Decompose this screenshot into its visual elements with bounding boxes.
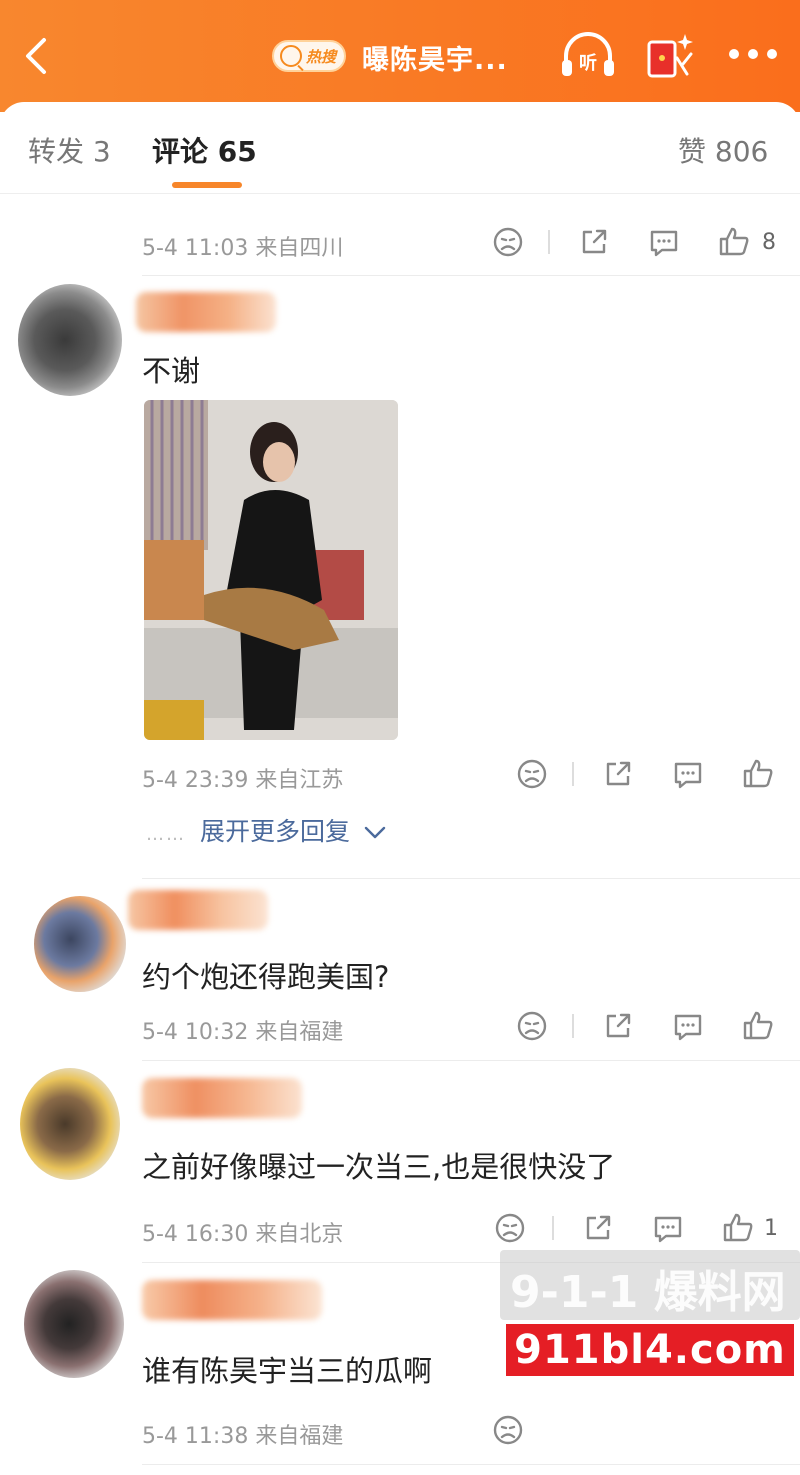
avatar[interactable] (34, 896, 126, 992)
red-packet-icon[interactable] (643, 28, 699, 82)
share-icon[interactable] (600, 756, 636, 792)
comment-icon[interactable] (670, 756, 706, 792)
thumbs-up-icon[interactable] (720, 1210, 756, 1246)
divider-bar (552, 1216, 554, 1240)
search-icon (280, 45, 302, 67)
avatar[interactable] (20, 1068, 120, 1180)
top-bar: 热搜 曝陈昊宇... 听 (0, 0, 800, 112)
divider-bar (572, 762, 574, 786)
headphones-listen-icon[interactable]: 听 (560, 30, 616, 80)
dislike-face-icon[interactable] (492, 1210, 528, 1246)
photo-image (144, 400, 398, 740)
comment-meta-row: 5-4 10:32 来自福建 (142, 1008, 782, 1048)
expand-dots: …… (146, 824, 186, 845)
comment-divider (142, 1060, 800, 1061)
avatar[interactable] (24, 1270, 124, 1378)
comment-time: 5-4 11:38 来自福建 (142, 1424, 344, 1449)
watermark-logo-text: 9-1-1 爆料网 (510, 1267, 786, 1318)
comment-meta-row: 5-4 16:30 来自北京 1 (142, 1210, 782, 1250)
watermark-url-text: 911bl4.com (514, 1327, 786, 1373)
tab-comments[interactable]: 评论 65 (152, 130, 257, 170)
username-redacted[interactable] (128, 890, 268, 930)
tab-indicator (172, 182, 242, 188)
more-icon[interactable] (728, 48, 778, 60)
hot-search-label: 热搜 (306, 47, 337, 66)
avatar[interactable] (18, 284, 122, 396)
comment-meta-row: 5-4 23:39 来自江苏 (142, 756, 782, 796)
comment-text: 谁有陈昊宇当三的瓜啊 (142, 1354, 433, 1388)
comment-time: 5-4 23:39 来自江苏 (142, 768, 344, 793)
username-redacted[interactable] (142, 1078, 302, 1118)
divider-bar (572, 1014, 574, 1038)
tab-likes[interactable]: 赞 806 (678, 130, 768, 170)
divider-bar (548, 230, 550, 254)
comment-text: 不谢 (142, 354, 201, 388)
comment-time: 5-4 16:30 来自北京 (142, 1222, 344, 1247)
thumbs-up-icon[interactable] (740, 1008, 776, 1044)
expand-replies-label: 展开更多回复 (200, 817, 351, 846)
back-arrow-icon[interactable] (20, 36, 52, 76)
page-title[interactable]: 曝陈昊宇... (362, 38, 508, 77)
tab-reposts[interactable]: 转发 3 (28, 130, 111, 170)
comment-time: 5-4 11:03 来自四川 (142, 236, 344, 261)
comment-meta-row: 5-4 11:03 来自四川 8 (142, 224, 782, 264)
share-icon[interactable] (576, 224, 612, 260)
dislike-face-icon[interactable] (514, 756, 550, 792)
comment-icon[interactable] (646, 224, 682, 260)
comment-time: 5-4 10:32 来自福建 (142, 1020, 344, 1045)
watermark-logo: 9-1-1 爆料网 (500, 1250, 800, 1320)
comment-icon[interactable] (670, 1008, 706, 1044)
comment-photo[interactable] (144, 400, 398, 740)
thumbs-up-icon[interactable] (716, 224, 752, 260)
share-icon[interactable] (580, 1210, 616, 1246)
comment-divider (142, 275, 800, 276)
listen-label: 听 (579, 52, 597, 74)
comment-text: 约个炮还得跑美国? (142, 960, 390, 994)
comment-divider (142, 878, 800, 879)
hot-search-badge[interactable]: 热搜 (272, 40, 347, 72)
dislike-face-icon[interactable] (490, 224, 526, 260)
like-count: 1 (764, 1216, 778, 1241)
tab-bar: 转发 3 评论 65 赞 806 (0, 102, 800, 194)
comment-icon[interactable] (650, 1210, 686, 1246)
expand-replies-link[interactable]: …… 展开更多回复 (146, 812, 386, 848)
comment-text: 之前好像曝过一次当三,也是很快没了 (142, 1150, 616, 1184)
watermark-url: 911bl4.com (506, 1324, 794, 1376)
chevron-down-icon (364, 826, 386, 839)
share-icon[interactable] (600, 1008, 636, 1044)
thumbs-up-icon[interactable] (740, 756, 776, 792)
like-count: 8 (762, 230, 776, 255)
username-redacted[interactable] (136, 292, 276, 332)
username-redacted[interactable] (142, 1280, 322, 1320)
watermark: 9-1-1 爆料网 911bl4.com (500, 1250, 800, 1475)
dislike-face-icon[interactable] (514, 1008, 550, 1044)
